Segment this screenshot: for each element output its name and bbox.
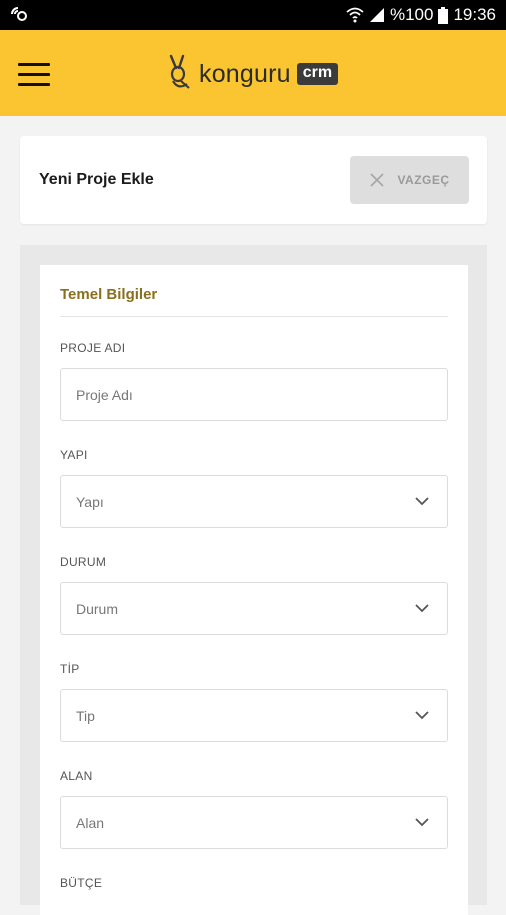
- area-select[interactable]: Alan: [60, 796, 448, 849]
- cancel-button-label: VAZGEÇ: [397, 173, 450, 187]
- brand-badge: crm: [296, 63, 339, 85]
- section-title: Temel Bilgiler: [60, 286, 158, 303]
- project-name-label: PROJE ADI: [60, 341, 126, 355]
- project-name-input[interactable]: Proje Adı: [60, 368, 448, 421]
- chevron-down-icon: [415, 711, 429, 720]
- app-bar: konguru crm: [0, 30, 506, 116]
- budget-label: BÜTÇE: [60, 876, 103, 890]
- status-select[interactable]: Durum: [60, 582, 448, 635]
- status-label: DURUM: [60, 555, 107, 569]
- close-icon: [370, 173, 385, 187]
- status-placeholder: Durum: [76, 601, 119, 617]
- menu-icon[interactable]: [18, 63, 50, 87]
- battery-percent: %100: [389, 5, 434, 24]
- area-label: ALAN: [60, 769, 93, 783]
- cancel-button[interactable]: VAZGEÇ: [350, 156, 469, 204]
- section-divider: [60, 316, 448, 317]
- chevron-down-icon: [415, 497, 429, 506]
- type-select[interactable]: Tip: [60, 689, 448, 742]
- battery-icon: [438, 6, 449, 24]
- status-bar: %100 19:36: [0, 0, 506, 30]
- form-container: Temel Bilgiler PROJE ADI Proje Adı YAPI …: [20, 245, 487, 915]
- page-header-card: Yeni Proje Ekle VAZGEÇ: [20, 136, 487, 224]
- type-label: TİP: [60, 662, 80, 676]
- chevron-down-icon: [415, 604, 429, 613]
- area-placeholder: Alan: [76, 815, 105, 831]
- kangaroo-icon: [165, 54, 193, 95]
- page-title: Yeni Proje Ekle: [39, 171, 154, 188]
- chevron-down-icon: [415, 818, 429, 827]
- brand-name: konguru: [199, 59, 291, 88]
- type-placeholder: Tip: [76, 708, 95, 724]
- project-name-placeholder: Proje Adı: [76, 387, 133, 403]
- nfc-icon: [9, 5, 29, 23]
- wifi-icon: [346, 7, 364, 23]
- form-card: Temel Bilgiler PROJE ADI Proje Adı YAPI …: [40, 265, 468, 915]
- structure-select[interactable]: Yapı: [60, 475, 448, 528]
- structure-label: YAPI: [60, 448, 88, 462]
- clock: 19:36: [453, 5, 496, 24]
- signal-icon: [369, 7, 385, 23]
- structure-placeholder: Yapı: [76, 494, 104, 510]
- brand-logo: konguru crm: [165, 52, 339, 96]
